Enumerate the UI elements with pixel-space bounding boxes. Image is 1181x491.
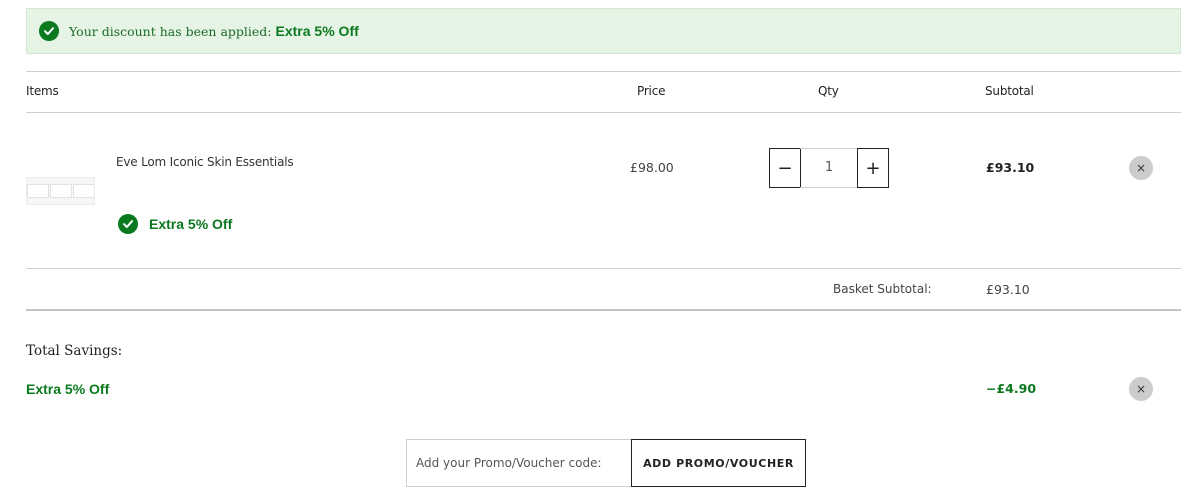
divider: [26, 309, 1181, 311]
basket-subtotal-label: Basket Subtotal:: [833, 282, 932, 296]
savings-offer-label: Extra 5% Off: [26, 381, 110, 397]
product-price: £98.00: [630, 160, 674, 175]
header-subtotal: Subtotal: [985, 84, 1034, 98]
remove-discount-button[interactable]: ×: [1129, 377, 1153, 401]
header-price: Price: [637, 84, 666, 98]
product-offer-label: Extra 5% Off: [149, 216, 233, 232]
increase-qty-button[interactable]: +: [857, 148, 889, 188]
quantity-input[interactable]: 1: [800, 148, 858, 188]
header-qty: Qty: [818, 84, 839, 98]
decrease-qty-button[interactable]: −: [769, 148, 801, 188]
discount-banner: Your discount has been applied: Extra 5%…: [26, 8, 1181, 54]
add-promo-button[interactable]: ADD PROMO/VOUCHER: [631, 439, 806, 487]
divider: [26, 71, 1181, 72]
check-circle-icon: [39, 21, 59, 41]
product-thumbnail[interactable]: [26, 177, 95, 205]
promo-code-input[interactable]: [406, 439, 632, 487]
remove-item-button[interactable]: ×: [1129, 156, 1153, 180]
row-subtotal: £93.10: [986, 160, 1035, 175]
product-offer: Extra 5% Off: [118, 214, 232, 234]
banner-message: Your discount has been applied:: [69, 23, 272, 39]
basket-subtotal-value: £93.10: [986, 282, 1030, 297]
check-circle-icon: [118, 214, 138, 234]
total-savings-title: Total Savings:: [26, 343, 123, 359]
header-items: Items: [26, 84, 59, 98]
savings-amount: −£4.90: [986, 381, 1037, 396]
divider: [26, 112, 1181, 113]
banner-offer: Extra 5% Off: [275, 23, 359, 39]
product-name[interactable]: Eve Lom Iconic Skin Essentials: [116, 155, 294, 169]
divider: [26, 268, 1181, 269]
